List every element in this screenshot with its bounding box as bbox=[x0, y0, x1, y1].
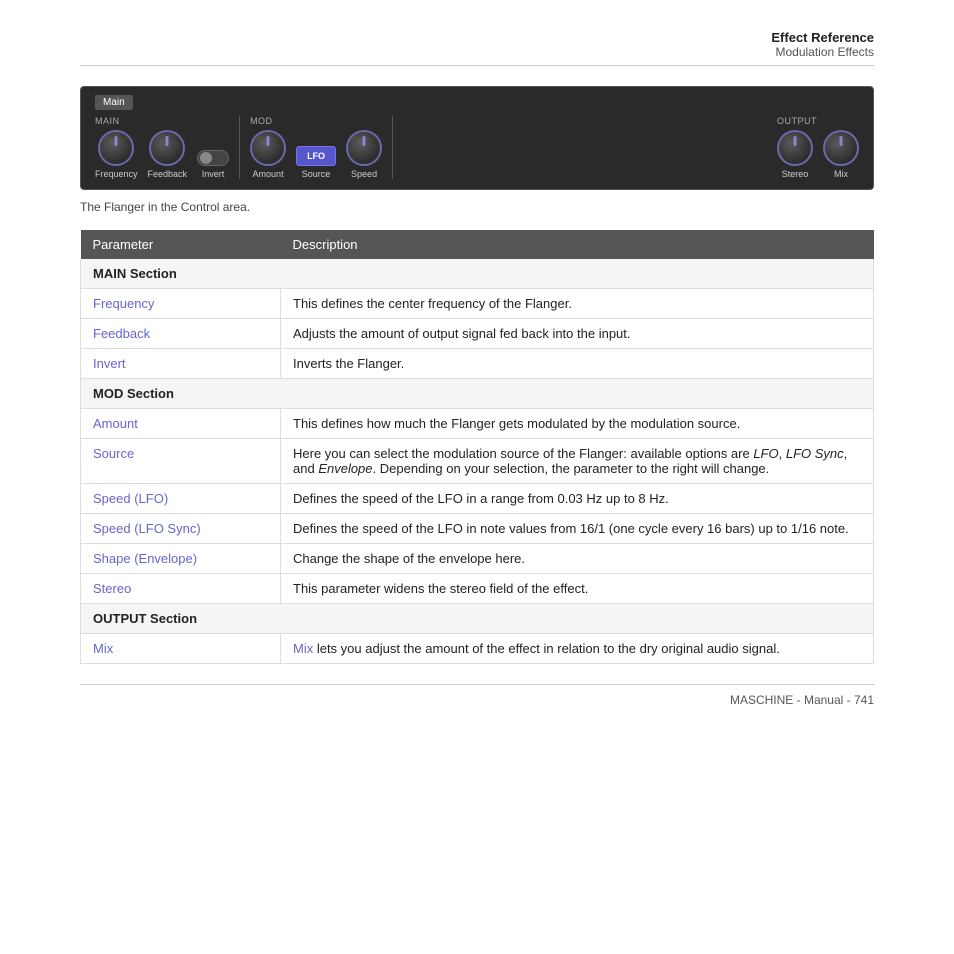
section-header-cell: OUTPUT Section bbox=[81, 604, 874, 634]
header-subtitle: Modulation Effects bbox=[80, 45, 874, 59]
speed-lfosync-param: Speed bbox=[93, 521, 131, 536]
desc-cell: Mix lets you adjust the amount of the ef… bbox=[281, 634, 874, 664]
invert-param: Invert bbox=[93, 356, 126, 371]
stereo-param: Stereo bbox=[93, 581, 131, 596]
param-col-header: Parameter bbox=[81, 230, 281, 259]
table-header-row: Parameter Description bbox=[81, 230, 874, 259]
mix-param: Mix bbox=[93, 641, 113, 656]
control-sections: MAIN Frequency Feedback Invert bbox=[95, 116, 859, 179]
desc-cell: Defines the speed of the LFO in note val… bbox=[281, 514, 874, 544]
main-section-label: MAIN bbox=[95, 116, 229, 126]
param-cell: Frequency bbox=[81, 289, 281, 319]
main-section: MAIN Frequency Feedback Invert bbox=[95, 116, 229, 179]
mix-desc-link: Mix bbox=[293, 641, 313, 656]
frequency-knob-item: Frequency bbox=[95, 130, 138, 179]
desc-cell: Change the shape of the envelope here. bbox=[281, 544, 874, 574]
feedback-param: Feedback bbox=[93, 326, 150, 341]
desc-cell: Inverts the Flanger. bbox=[281, 349, 874, 379]
table-row: Mix Mix lets you adjust the amount of th… bbox=[81, 634, 874, 664]
section-header-cell: MOD Section bbox=[81, 379, 874, 409]
mix-label: Mix bbox=[834, 169, 848, 179]
amount-label: Amount bbox=[253, 169, 284, 179]
amount-knob-item: Amount bbox=[250, 130, 286, 179]
mod-section: MOD Amount LFO Source Speed bbox=[250, 116, 382, 179]
table-row: Invert Inverts the Flanger. bbox=[81, 349, 874, 379]
feedback-label: Feedback bbox=[148, 169, 188, 179]
param-cell: Mix bbox=[81, 634, 281, 664]
divider-2 bbox=[392, 116, 393, 179]
footer-text: MASCHINE - Manual - 741 bbox=[730, 693, 874, 707]
desc-cell: Defines the speed of the LFO in a range … bbox=[281, 484, 874, 514]
stereo-label: Stereo bbox=[782, 169, 809, 179]
table-row: Speed (LFO Sync) Defines the speed of th… bbox=[81, 514, 874, 544]
table-row: MAIN Section bbox=[81, 259, 874, 289]
page-header: Effect Reference Modulation Effects bbox=[80, 30, 874, 66]
frequency-param: Frequency bbox=[93, 296, 154, 311]
desc-cell: This defines how much the Flanger gets m… bbox=[281, 409, 874, 439]
param-cell: Amount bbox=[81, 409, 281, 439]
output-section: OUTPUT Stereo Mix bbox=[777, 116, 859, 179]
mod-section-label: MOD bbox=[250, 116, 382, 126]
table-row: Shape (Envelope) Change the shape of the… bbox=[81, 544, 874, 574]
header-title: Effect Reference bbox=[80, 30, 874, 45]
table-row: Speed (LFO) Defines the speed of the LFO… bbox=[81, 484, 874, 514]
frequency-label: Frequency bbox=[95, 169, 138, 179]
mix-knob[interactable] bbox=[823, 130, 859, 166]
desc-cell: This parameter widens the stereo field o… bbox=[281, 574, 874, 604]
stereo-knob[interactable] bbox=[777, 130, 813, 166]
param-cell: Speed (LFO) bbox=[81, 484, 281, 514]
speed-knob-item: Speed bbox=[346, 130, 382, 179]
control-area: Main MAIN Frequency Feedback bbox=[80, 86, 874, 190]
control-tab: Main bbox=[95, 95, 133, 110]
shape-param: Shape bbox=[93, 551, 131, 566]
table-row: Feedback Adjusts the amount of output si… bbox=[81, 319, 874, 349]
caption: The Flanger in the Control area. bbox=[80, 200, 874, 214]
stereo-knob-item: Stereo bbox=[777, 130, 813, 179]
speed-lfo-param: Speed bbox=[93, 491, 131, 506]
table-row: OUTPUT Section bbox=[81, 604, 874, 634]
divider-1 bbox=[239, 116, 240, 179]
invert-label: Invert bbox=[202, 169, 225, 179]
mix-knob-item: Mix bbox=[823, 130, 859, 179]
feedback-knob[interactable] bbox=[149, 130, 185, 166]
main-knob-group: Frequency Feedback Invert bbox=[95, 130, 229, 179]
mod-knob-group: Amount LFO Source Speed bbox=[250, 130, 382, 179]
param-cell: Source bbox=[81, 439, 281, 484]
desc-cell: Here you can select the modulation sourc… bbox=[281, 439, 874, 484]
source-param: Source bbox=[93, 446, 134, 461]
page: Effect Reference Modulation Effects Main… bbox=[0, 0, 954, 737]
param-cell: Speed (LFO Sync) bbox=[81, 514, 281, 544]
table-row: MOD Section bbox=[81, 379, 874, 409]
page-footer: MASCHINE - Manual - 741 bbox=[80, 684, 874, 707]
table-row: Stereo This parameter widens the stereo … bbox=[81, 574, 874, 604]
source-knob-item: LFO Source bbox=[296, 146, 336, 179]
table-row: Amount This defines how much the Flanger… bbox=[81, 409, 874, 439]
speed-label: Speed bbox=[351, 169, 377, 179]
reference-table: Parameter Description MAIN Section Frequ… bbox=[80, 230, 874, 664]
section-header-cell: MAIN Section bbox=[81, 259, 874, 289]
output-section-label: OUTPUT bbox=[777, 116, 859, 126]
param-cell: Shape (Envelope) bbox=[81, 544, 281, 574]
param-cell: Stereo bbox=[81, 574, 281, 604]
lfo-source-button[interactable]: LFO bbox=[296, 146, 336, 166]
feedback-knob-item: Feedback bbox=[148, 130, 188, 179]
amount-param: Amount bbox=[93, 416, 138, 431]
invert-toggle[interactable] bbox=[197, 150, 229, 166]
speed-knob[interactable] bbox=[346, 130, 382, 166]
amount-knob[interactable] bbox=[250, 130, 286, 166]
toggle-circle bbox=[200, 152, 212, 164]
invert-knob-item: Invert bbox=[197, 150, 229, 179]
source-label: Source bbox=[302, 169, 331, 179]
desc-cell: Adjusts the amount of output signal fed … bbox=[281, 319, 874, 349]
frequency-knob[interactable] bbox=[98, 130, 134, 166]
param-cell: Feedback bbox=[81, 319, 281, 349]
param-cell: Invert bbox=[81, 349, 281, 379]
output-knob-group: Stereo Mix bbox=[777, 130, 859, 179]
desc-col-header: Description bbox=[281, 230, 874, 259]
table-row: Source Here you can select the modulatio… bbox=[81, 439, 874, 484]
desc-cell: This defines the center frequency of the… bbox=[281, 289, 874, 319]
table-row: Frequency This defines the center freque… bbox=[81, 289, 874, 319]
